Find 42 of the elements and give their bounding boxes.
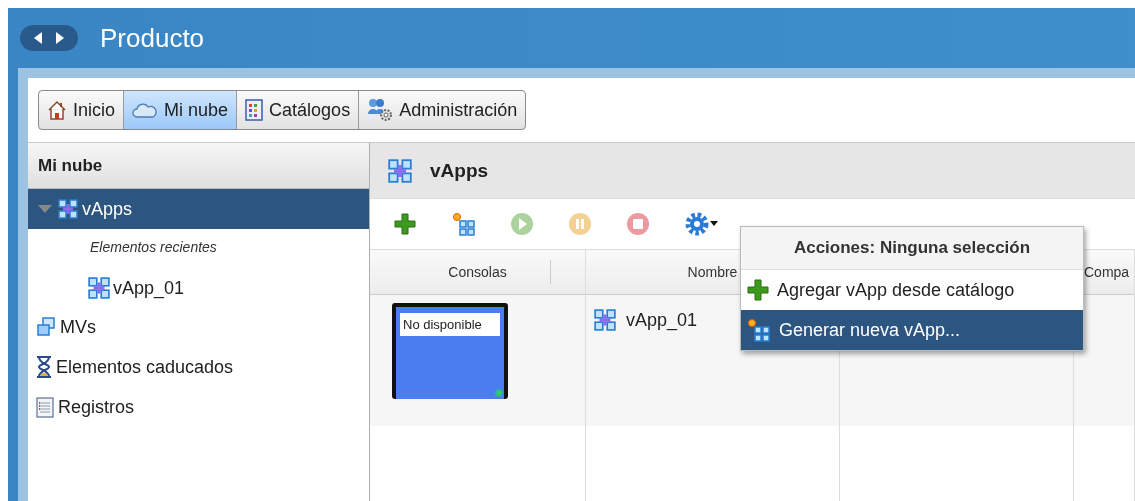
- nav-tab[interactable]: Administración: [359, 91, 526, 129]
- users-gear-icon: [367, 98, 394, 122]
- sidebar-item[interactable]: MVs: [28, 307, 369, 347]
- cloud-icon: [132, 102, 159, 118]
- menu-title: Acciones: Ninguna selección: [741, 227, 1083, 270]
- nav-tab[interactable]: Catálogos: [237, 91, 360, 129]
- window-title: Producto: [100, 22, 205, 54]
- vapp-icon: [88, 277, 110, 299]
- hourglass-icon: [36, 356, 52, 378]
- console-thumbnail[interactable]: No disponible: [392, 303, 508, 399]
- log-icon: [36, 396, 54, 418]
- add-icon: [747, 279, 769, 301]
- vapp-icon: [388, 158, 412, 183]
- section-title: vApps: [430, 159, 489, 182]
- back-forward-control[interactable]: [20, 25, 78, 51]
- vapp-icon: [594, 309, 616, 331]
- sidebar-item[interactable]: Elementos caducados: [28, 347, 369, 387]
- section-heading: Elementos recientes: [89, 238, 218, 257]
- pause-icon: [568, 212, 592, 236]
- new-vapp-icon: [452, 212, 476, 236]
- stop-icon: [626, 212, 650, 236]
- menu-item[interactable]: Generar nueva vApp...: [741, 310, 1083, 350]
- console-status: No disponible: [400, 313, 500, 336]
- expand-icon[interactable]: [36, 204, 54, 214]
- add-icon: [394, 213, 416, 235]
- nav-tab[interactable]: Mi nube: [124, 91, 238, 129]
- vapp-icon: [58, 199, 78, 219]
- forward-icon[interactable]: [54, 31, 66, 45]
- column-header[interactable]: Consolas: [370, 250, 586, 295]
- back-icon[interactable]: [32, 31, 44, 45]
- recent-item[interactable]: vApp_01: [28, 269, 369, 307]
- windows-icon: [36, 317, 56, 337]
- status-light-icon: [495, 389, 503, 397]
- settings-icon: [684, 211, 720, 237]
- play-icon: [510, 212, 534, 236]
- house-icon: [47, 100, 67, 120]
- sidebar-title: Mi nube: [28, 143, 369, 189]
- table-cell: vApp_01: [626, 309, 698, 331]
- new-vapp-icon: [747, 318, 771, 342]
- sidebar-item[interactable]: vApps: [28, 189, 369, 229]
- catalog-icon: [245, 99, 264, 121]
- sidebar-item[interactable]: Registros: [28, 387, 369, 427]
